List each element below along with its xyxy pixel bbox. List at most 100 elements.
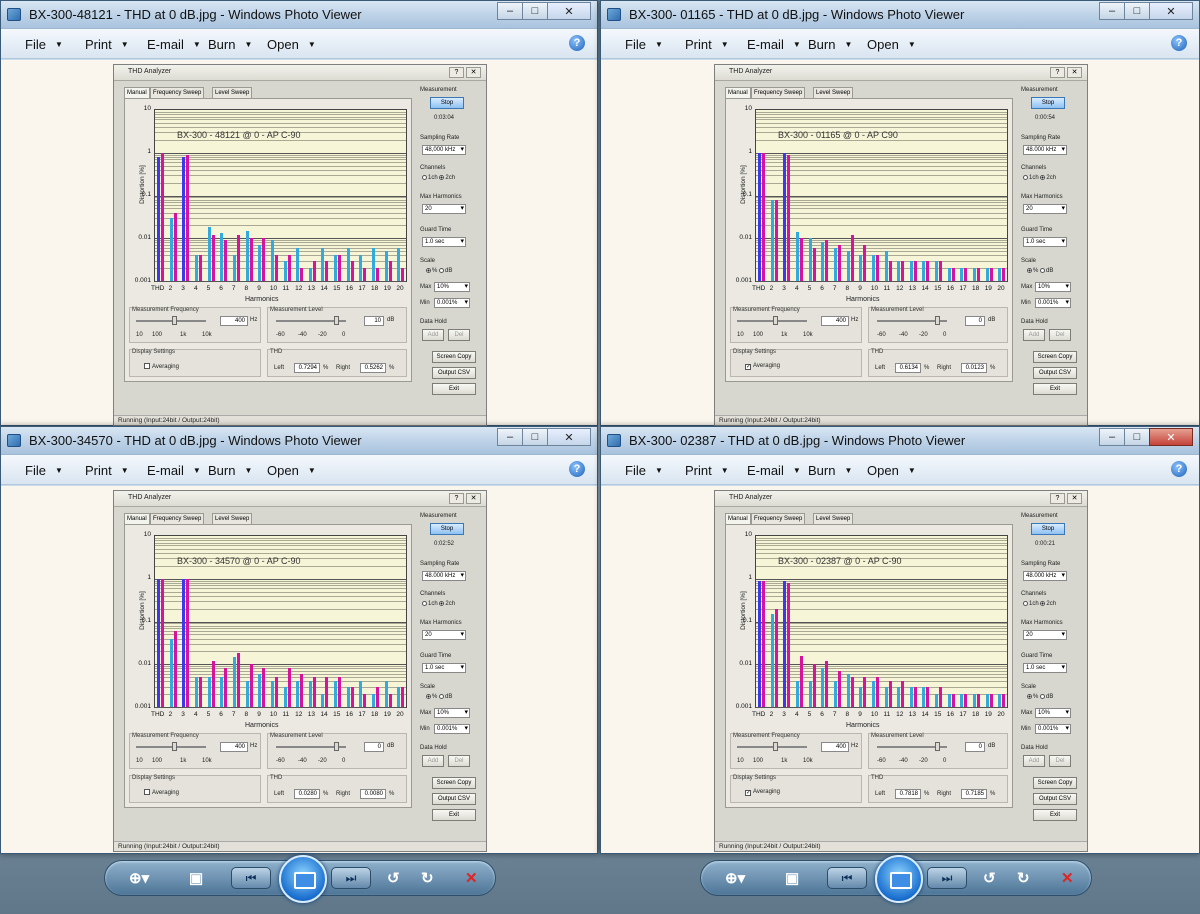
- output-csv-button[interactable]: Output CSV: [1033, 367, 1077, 379]
- tab-level-sweep[interactable]: Level Sweep: [813, 87, 854, 98]
- guard-time-select[interactable]: 1.0 sec: [422, 237, 466, 247]
- exit-button[interactable]: Exit: [432, 809, 476, 821]
- zoom-icon[interactable]: ⊕▾: [129, 869, 149, 887]
- frequency-slider-track[interactable]: [136, 746, 206, 748]
- radio-percent[interactable]: [426, 694, 431, 699]
- frequency-slider-track[interactable]: [737, 320, 807, 322]
- screen-copy-button[interactable]: Screen Copy: [432, 777, 476, 789]
- del-button[interactable]: Del: [1049, 755, 1071, 767]
- menu-item[interactable]: Burn ▼: [808, 37, 852, 52]
- minimize-button[interactable]: –: [497, 2, 523, 20]
- sampling-rate-select[interactable]: 48.000 kHz: [422, 571, 466, 581]
- minimize-button[interactable]: –: [1099, 2, 1125, 20]
- menu-item[interactable]: Burn ▼: [808, 463, 852, 478]
- radio-1ch[interactable]: [1023, 175, 1028, 180]
- close-button[interactable]: ✕: [547, 2, 591, 20]
- radio-db[interactable]: [439, 268, 445, 273]
- del-button[interactable]: Del: [448, 755, 470, 767]
- tab-frequency-sweep[interactable]: Frequency Sweep: [751, 87, 806, 98]
- min-select[interactable]: 0.001%: [434, 724, 470, 734]
- minimize-button[interactable]: –: [1099, 428, 1125, 446]
- sampling-rate-select[interactable]: 48,000 kHz: [422, 145, 466, 155]
- menu-item[interactable]: E-mail ▼: [147, 37, 201, 52]
- minimize-button[interactable]: –: [497, 428, 523, 446]
- maximize-button[interactable]: □: [522, 428, 548, 446]
- add-button[interactable]: Add: [422, 755, 444, 767]
- guard-time-select[interactable]: 1.0 sec: [1023, 663, 1067, 673]
- stop-button[interactable]: Stop: [430, 97, 464, 109]
- radio-2ch[interactable]: [439, 175, 445, 180]
- prev-button[interactable]: ⏮: [231, 867, 271, 889]
- close-button[interactable]: ✕: [1149, 428, 1193, 446]
- menu-item[interactable]: Print ▼: [685, 37, 729, 52]
- guard-time-select[interactable]: 1.0 sec: [1023, 237, 1067, 247]
- menu-item[interactable]: Open ▼: [267, 37, 316, 52]
- tab-level-sweep[interactable]: Level Sweep: [813, 513, 854, 524]
- maximize-button[interactable]: □: [1124, 428, 1150, 446]
- menu-item[interactable]: Open ▼: [867, 463, 916, 478]
- sampling-rate-select[interactable]: 48.000 kHz: [1023, 571, 1067, 581]
- add-button[interactable]: Add: [422, 329, 444, 341]
- exit-button[interactable]: Exit: [1033, 383, 1077, 395]
- tab-frequency-sweep[interactable]: Frequency Sweep: [150, 513, 205, 524]
- del-button[interactable]: Del: [448, 329, 470, 341]
- help-icon[interactable]: ?: [569, 35, 585, 51]
- exit-button[interactable]: Exit: [432, 383, 476, 395]
- frequency-slider-thumb[interactable]: [172, 742, 177, 751]
- radio-1ch[interactable]: [1023, 601, 1028, 606]
- rotate-ccw-icon[interactable]: ↺: [983, 869, 996, 887]
- menu-item[interactable]: Burn ▼: [208, 463, 252, 478]
- menu-item[interactable]: File ▼: [625, 37, 663, 52]
- stop-button[interactable]: Stop: [1031, 97, 1065, 109]
- frequency-slider-thumb[interactable]: [773, 742, 778, 751]
- menu-item[interactable]: Open ▼: [867, 37, 916, 52]
- averaging-checkbox[interactable]: ✓ Averaging: [745, 363, 780, 370]
- level-slider-thumb[interactable]: [334, 742, 339, 751]
- slideshow-button[interactable]: [279, 855, 327, 903]
- menu-item[interactable]: Print ▼: [85, 463, 129, 478]
- max-harmonics-select[interactable]: 20: [1023, 630, 1067, 640]
- help-icon[interactable]: ?: [1171, 35, 1187, 51]
- rotate-cw-icon[interactable]: ↻: [421, 869, 434, 887]
- min-select[interactable]: 0.001%: [1035, 298, 1071, 308]
- screen-copy-button[interactable]: Screen Copy: [1033, 777, 1077, 789]
- min-select[interactable]: 0.001%: [1035, 724, 1071, 734]
- level-slider-thumb[interactable]: [935, 316, 940, 325]
- menu-item[interactable]: Print ▼: [685, 463, 729, 478]
- radio-2ch[interactable]: [1040, 601, 1046, 606]
- stop-button[interactable]: Stop: [430, 523, 464, 535]
- next-button[interactable]: ⏭: [927, 867, 967, 889]
- output-csv-button[interactable]: Output CSV: [1033, 793, 1077, 805]
- rotate-cw-icon[interactable]: ↻: [1017, 869, 1030, 887]
- radio-1ch[interactable]: [422, 601, 427, 606]
- menu-item[interactable]: E-mail ▼: [147, 463, 201, 478]
- close-button[interactable]: ✕: [547, 428, 591, 446]
- menu-item[interactable]: Print ▼: [85, 37, 129, 52]
- add-button[interactable]: Add: [1023, 329, 1045, 341]
- delete-icon[interactable]: ✕: [1061, 869, 1074, 887]
- max-harmonics-select[interactable]: 20: [422, 630, 466, 640]
- maximize-button[interactable]: □: [1124, 2, 1150, 20]
- menu-item[interactable]: File ▼: [25, 37, 63, 52]
- help-icon[interactable]: ?: [569, 461, 585, 477]
- frequency-slider-track[interactable]: [136, 320, 206, 322]
- radio-percent[interactable]: [1027, 694, 1032, 699]
- max-select[interactable]: 10%: [434, 282, 470, 292]
- zoom-icon[interactable]: ⊕▾: [725, 869, 745, 887]
- radio-db[interactable]: [1040, 694, 1046, 699]
- max-harmonics-select[interactable]: 20: [422, 204, 466, 214]
- tab-frequency-sweep[interactable]: Frequency Sweep: [751, 513, 806, 524]
- exit-button[interactable]: Exit: [1033, 809, 1077, 821]
- menu-item[interactable]: Burn ▼: [208, 37, 252, 52]
- delete-icon[interactable]: ✕: [465, 869, 478, 887]
- fit-icon[interactable]: ▣: [785, 869, 799, 887]
- max-select[interactable]: 10%: [1035, 282, 1071, 292]
- frequency-slider-thumb[interactable]: [172, 316, 177, 325]
- radio-2ch[interactable]: [1040, 175, 1046, 180]
- output-csv-button[interactable]: Output CSV: [432, 793, 476, 805]
- radio-1ch[interactable]: [422, 175, 427, 180]
- prev-button[interactable]: ⏮: [827, 867, 867, 889]
- tab-level-sweep[interactable]: Level Sweep: [212, 513, 253, 524]
- menu-item[interactable]: Open ▼: [267, 463, 316, 478]
- stop-button[interactable]: Stop: [1031, 523, 1065, 535]
